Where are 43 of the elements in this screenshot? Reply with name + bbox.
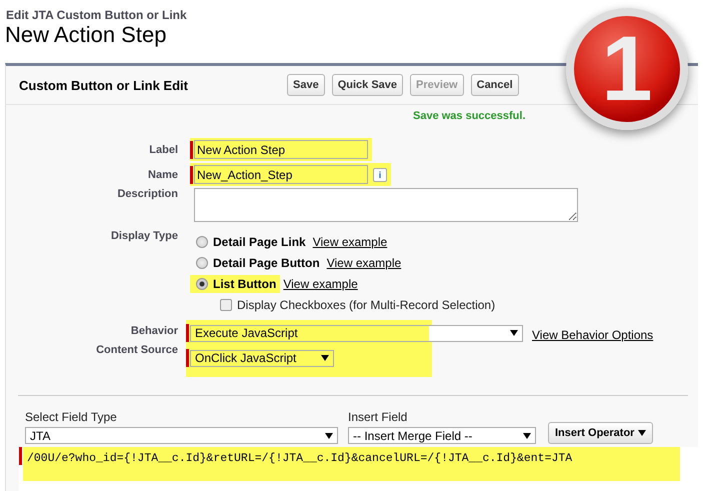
radio-button[interactable] [196, 257, 208, 269]
caret-icon [510, 330, 518, 336]
caret-icon [523, 432, 531, 438]
field-label: Name [147, 168, 179, 180]
radio-button[interactable] [196, 278, 208, 290]
toolbar-button[interactable]: Quick Save [332, 74, 404, 96]
toolbar-button[interactable]: Save [287, 74, 325, 96]
caret-icon [325, 432, 333, 438]
caret-icon [321, 355, 329, 361]
option-label: List Button [213, 277, 276, 291]
behavior-select[interactable]: Execute JavaScript [190, 324, 523, 342]
success-message: Save was successful. [412, 109, 527, 124]
caret-icon [638, 430, 646, 436]
insert-operator-button[interactable]: Insert Operator [548, 422, 653, 444]
text-field[interactable]: New Action Step [194, 140, 368, 159]
code-editor[interactable]: /00U/e?who_id={!JTA__c.Id}&retURL=/{!JTA__c.Id}&cancelURL=/{!JTA__c.Id}&ent=JTA [23, 447, 680, 481]
field-label: Select Field Type [25, 410, 118, 424]
description-field[interactable] [194, 188, 578, 222]
field-label: Display Type [110, 230, 179, 242]
info-button[interactable]: i [373, 168, 387, 182]
field-label: Description [116, 188, 179, 200]
panel-title: Custom Button or Link Edit [19, 78, 189, 92]
view-example-link[interactable]: View example [312, 235, 388, 249]
field-label: Behavior [130, 325, 179, 337]
field-label: Content Source [95, 344, 179, 356]
checkbox[interactable] [220, 299, 232, 311]
option-label: Detail Page Link [213, 235, 306, 249]
option-label: Detail Page Button [213, 256, 320, 270]
page-title: New Action Step [4, 22, 168, 48]
radio-button[interactable] [196, 236, 208, 248]
field-label: Label [148, 144, 179, 156]
view-example-link[interactable]: View example [283, 277, 358, 291]
toolbar-button[interactable]: Cancel [470, 74, 519, 96]
behavior-options-link[interactable]: View Behavior Options [532, 328, 654, 342]
step-badge: 1 [566, 8, 688, 130]
field-label: Insert Field [348, 410, 408, 424]
merge-field-select[interactable]: -- Insert Merge Field -- [348, 427, 536, 444]
breadcrumb: Edit JTA Custom Button or Link [5, 7, 188, 22]
checkbox-label: Display Checkboxes (for Multi-Record Selection) [237, 298, 496, 312]
view-example-link[interactable]: View example [326, 256, 402, 270]
field-type-select[interactable]: JTA [25, 427, 338, 444]
text-field[interactable]: New_Action_Step [194, 165, 368, 184]
content-source-select[interactable]: OnClick JavaScript [190, 350, 334, 366]
